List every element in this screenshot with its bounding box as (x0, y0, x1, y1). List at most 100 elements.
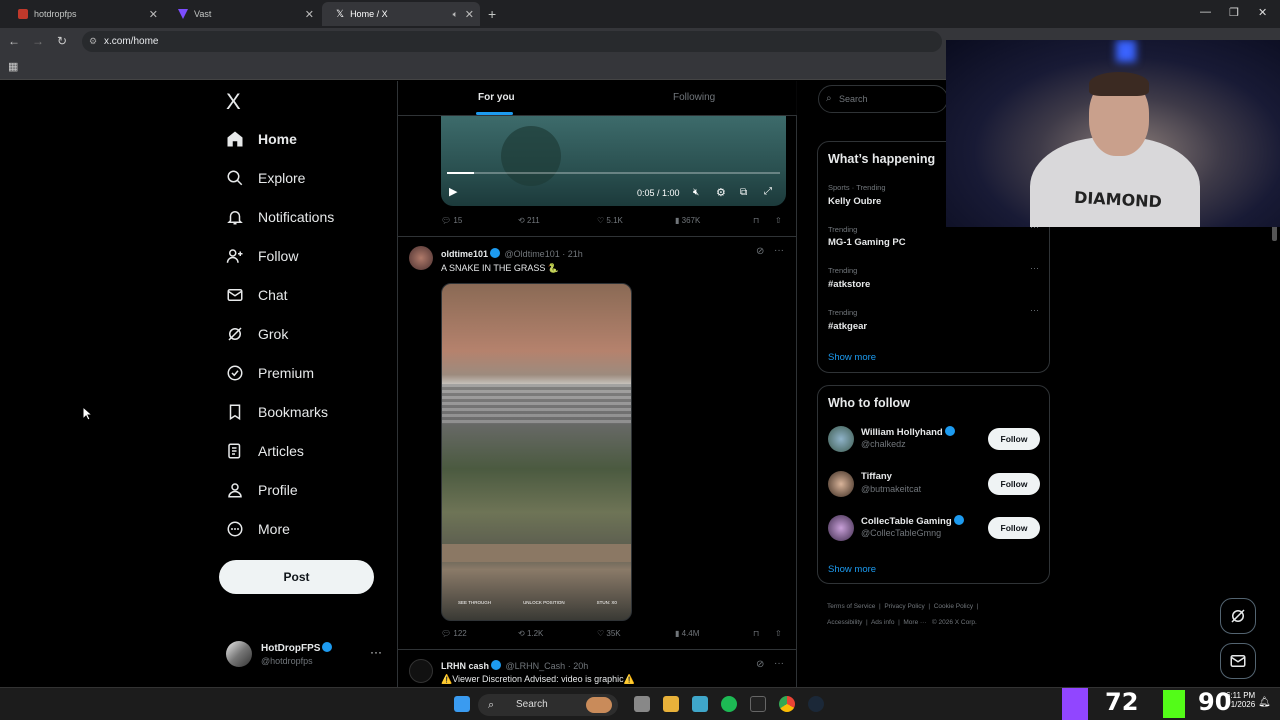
tweet-text: ⚠️Viewer Discretion Advised: video is gr… (441, 674, 635, 684)
sidebar-item-chat[interactable]: Chat (226, 282, 288, 308)
hud-app-icon[interactable] (750, 696, 766, 712)
taskbar-search[interactable]: ⌕ Search (478, 694, 618, 716)
share-icon[interactable]: ⇧ (775, 216, 782, 225)
minimize-icon[interactable]: — (1200, 6, 1211, 18)
footer-link[interactable]: Privacy Policy (884, 603, 924, 610)
chrome-icon[interactable] (779, 696, 795, 712)
trend-item[interactable]: #atkgear (828, 321, 867, 332)
fullscreen-icon[interactable]: ⤢ (764, 186, 772, 197)
grok-icon[interactable]: ⊘ (756, 246, 764, 257)
who-to-follow-card: Who to follow William Hollyhand @chalked… (817, 385, 1050, 584)
apps-grid-icon[interactable]: ▦ (8, 60, 18, 73)
trend-item[interactable]: MG-1 Gaming PC (828, 237, 906, 248)
close-icon[interactable]: ✕ (465, 8, 474, 21)
like-button[interactable]: ♡ 35K (597, 629, 621, 638)
settings-icon[interactable]: ⚙ (716, 186, 726, 199)
tab-for-you[interactable]: For you (478, 92, 515, 103)
trend-item[interactable]: #atkstore (828, 279, 870, 290)
sidebar-item-home[interactable]: Home (226, 126, 297, 152)
speaker-icon[interactable]: 🔈︎ (453, 9, 458, 20)
reply-button[interactable]: 💬︎ 122 (441, 629, 467, 638)
footer-link[interactable]: Terms of Service (827, 603, 875, 610)
trend-item[interactable]: Kelly Oubre (828, 196, 881, 207)
more-icon[interactable]: ··· (1030, 263, 1039, 273)
notification-bell-icon[interactable]: 🔔︎ (1258, 697, 1271, 708)
tab-home-x[interactable]: 𝕏 Home / X 🔈︎ ✕ (322, 2, 480, 26)
account-more-icon[interactable]: ··· (370, 645, 382, 659)
footer-link[interactable]: Cookie Policy (934, 603, 973, 610)
tab-following[interactable]: Following (673, 92, 715, 103)
sidebar-item-profile[interactable]: Profile (226, 477, 298, 503)
grok-icon[interactable]: ⊘ (756, 659, 764, 670)
views-button[interactable]: ▮ 4.4M (675, 629, 699, 638)
x-logo[interactable]: X (226, 89, 241, 115)
taskbar-clock[interactable]: 6:11 PM 1/2026 (1226, 691, 1255, 709)
notepad-icon[interactable] (692, 696, 708, 712)
follow-suggestion[interactable]: William Hollyhand @chalkedz Follow (828, 426, 1040, 456)
article-icon (228, 443, 241, 459)
account-switcher[interactable]: HotDropFPS @hotdropfps ··· (226, 641, 382, 667)
close-icon[interactable]: ✕ (305, 8, 314, 21)
follow-suggestion[interactable]: CollecTable Gaming @CollecTableGmng Foll… (828, 515, 1040, 545)
forward-icon[interactable]: → (30, 33, 46, 49)
new-tab-button[interactable]: + (484, 2, 504, 26)
mute-icon[interactable]: 🔇︎ (693, 187, 699, 198)
post-button[interactable]: Post (219, 560, 374, 594)
follow-button[interactable]: Follow (988, 473, 1040, 495)
account-name: HotDropFPS (261, 643, 321, 654)
repost-button[interactable]: ⟲ 1.2K (518, 629, 543, 638)
site-info-icon[interactable]: ⚙ (89, 31, 97, 52)
home-icon (227, 131, 243, 147)
play-icon[interactable]: ▶ (449, 185, 457, 198)
url-field[interactable]: ⚙ x.com/home (82, 31, 942, 52)
sidebar-item-follow[interactable]: Follow (226, 243, 298, 269)
follow-button[interactable]: Follow (988, 517, 1040, 539)
steam-icon[interactable] (808, 696, 824, 712)
bookmark-icon[interactable]: ⊓ (753, 629, 759, 638)
footer-link[interactable]: More ··· (903, 619, 926, 626)
views-button[interactable]: ▮ 367K (675, 216, 700, 225)
repost-button[interactable]: ⟲ 211 (518, 216, 540, 225)
reply-button[interactable]: 💬︎ 15 (441, 216, 462, 225)
sidebar-item-explore[interactable]: Explore (226, 165, 305, 191)
tweet-header: oldtime101 @Oldtime101 · 21h (441, 248, 583, 259)
bookmark-icon[interactable]: ⊓ (753, 216, 759, 225)
sidebar-item-notifications[interactable]: Notifications (226, 204, 334, 230)
tab-vast[interactable]: Vast ✕ (164, 2, 320, 26)
sidebar-item-grok[interactable]: Grok (226, 321, 288, 347)
follow-suggestion[interactable]: Tiffany @butmakeitcat Follow (828, 471, 1040, 501)
video-player[interactable]: ▶ 0:05 / 1:00 🔇︎ ⚙ ⧉ ⤢ (441, 116, 786, 206)
task-view-icon[interactable] (634, 696, 650, 712)
more-icon[interactable]: ··· (1030, 305, 1039, 315)
back-icon[interactable]: ← (6, 33, 22, 49)
follow-button[interactable]: Follow (988, 428, 1040, 450)
share-icon[interactable]: ⇧ (775, 629, 782, 638)
avatar[interactable] (409, 659, 433, 683)
close-icon[interactable]: ✕ (149, 8, 158, 21)
show-more-link[interactable]: Show more (828, 352, 876, 363)
pip-icon[interactable]: ⧉ (740, 187, 747, 198)
spotify-icon[interactable] (721, 696, 737, 712)
sidebar-item-premium[interactable]: Premium (226, 360, 314, 386)
more-icon[interactable]: ··· (774, 658, 784, 669)
tab-hotdropfps[interactable]: hotdropfps ✕ (4, 2, 164, 26)
reload-icon[interactable]: ↻ (54, 33, 70, 49)
messages-fab[interactable] (1220, 643, 1256, 679)
windows-start-icon[interactable] (454, 696, 470, 712)
sidebar-item-more[interactable]: More (226, 516, 290, 542)
file-explorer-icon[interactable] (663, 696, 679, 712)
video-progress-track[interactable] (447, 172, 780, 174)
maximize-icon[interactable]: ❐ (1229, 6, 1239, 19)
show-more-link[interactable]: Show more (828, 564, 876, 575)
like-button[interactable]: ♡ 5.1K (597, 216, 623, 225)
close-window-icon[interactable]: ✕ (1258, 6, 1267, 19)
footer-link[interactable]: Accessibility (827, 619, 862, 626)
footer-link[interactable]: Ads info (871, 619, 895, 626)
sidebar-item-articles[interactable]: Articles (226, 438, 304, 464)
more-icon[interactable]: ··· (774, 245, 784, 256)
tweet-video[interactable]: SEE THROUGH UNLOCK POSITION STUN: X0 (441, 283, 632, 621)
grok-fab[interactable] (1220, 598, 1256, 634)
search-input[interactable]: ⌕ Search (818, 85, 948, 113)
avatar[interactable] (409, 246, 433, 270)
sidebar-item-bookmarks[interactable]: Bookmarks (226, 399, 328, 425)
